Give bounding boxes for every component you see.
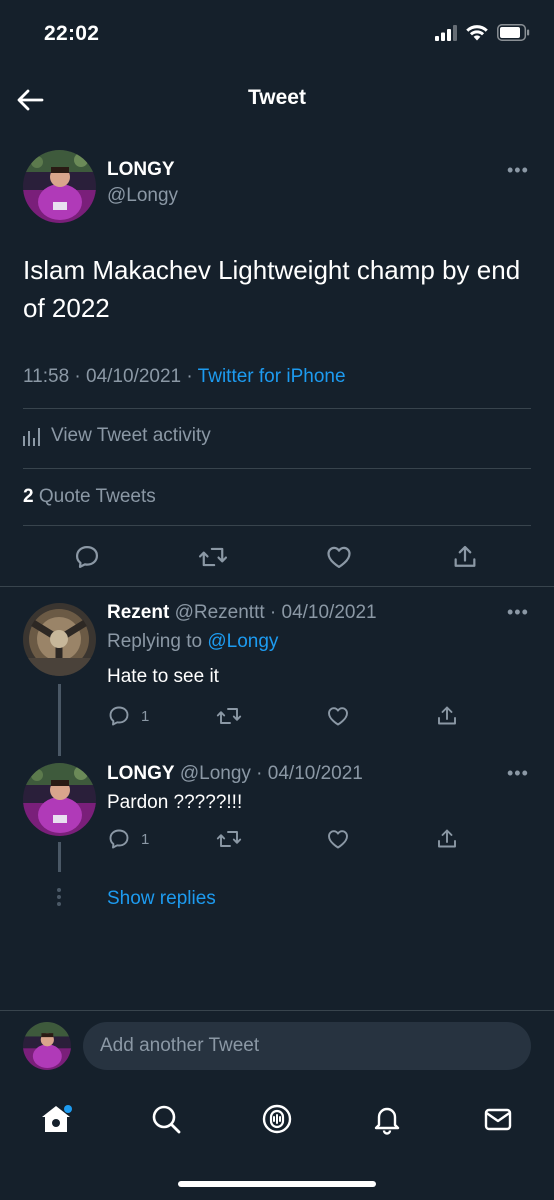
- tweet-timestamp: 11:58 · 04/10/2021 ·: [23, 366, 193, 387]
- author-avatar[interactable]: [23, 150, 96, 223]
- reply-header: Rezent @Rezenttt · 04/10/2021: [107, 602, 377, 624]
- thread-line: [58, 684, 61, 756]
- reply-button[interactable]: 1: [107, 704, 149, 728]
- share-icon: [454, 545, 476, 567]
- share-button[interactable]: [435, 827, 459, 851]
- quote-label: Quote Tweets: [38, 486, 156, 507]
- reply-avatar[interactable]: [23, 603, 96, 676]
- author-name[interactable]: LONGY: [107, 159, 175, 181]
- author-handle[interactable]: @Longy: [107, 185, 178, 207]
- reply-avatar[interactable]: [23, 763, 96, 836]
- quote-tweets-link[interactable]: 2 Quote Tweets: [23, 486, 156, 508]
- tweet-text: Islam Makachev Lightweight champ by end …: [23, 255, 521, 323]
- retweet-icon: [216, 831, 242, 847]
- retweet-button[interactable]: [198, 543, 228, 571]
- tweet-meta: 11:58 · 04/10/2021 · Twitter for iPhone: [23, 366, 346, 388]
- divider: [0, 1010, 554, 1011]
- like-button[interactable]: [326, 827, 350, 851]
- like-button[interactable]: [325, 543, 353, 571]
- share-icon: [438, 829, 456, 848]
- reply-meta: @Longy · 04/10/2021: [179, 763, 363, 784]
- tab-spaces[interactable]: [257, 1099, 297, 1139]
- reply-count: 1: [141, 707, 150, 725]
- thread-dots: [57, 888, 62, 906]
- notifications-icon: [374, 1107, 400, 1135]
- status-icons: [435, 24, 530, 41]
- reply-count: 1: [141, 830, 150, 848]
- page-title: Tweet: [248, 86, 306, 109]
- retweet-icon: [216, 708, 242, 724]
- activity-label: View Tweet activity: [51, 425, 211, 446]
- retweet-icon: [198, 547, 228, 567]
- messages-icon: [484, 1108, 512, 1131]
- wifi-icon: [466, 25, 488, 41]
- divider: [0, 586, 554, 587]
- status-time: 22:02: [44, 22, 100, 45]
- main-action-row: [0, 538, 554, 578]
- retweet-button[interactable]: [216, 827, 242, 851]
- cellular-signal-icon: [435, 24, 457, 41]
- heart-icon: [328, 707, 348, 726]
- battery-icon: [497, 24, 530, 41]
- add-tweet-input[interactable]: Add another Tweet: [83, 1022, 531, 1070]
- reply-author-name[interactable]: Rezent: [107, 602, 169, 623]
- retweet-button[interactable]: [216, 704, 242, 728]
- reply-icon: [109, 829, 129, 849]
- composer-avatar: [23, 1022, 71, 1070]
- analytics-icon: [23, 428, 40, 446]
- tab-messages[interactable]: [478, 1099, 518, 1139]
- share-icon: [438, 706, 456, 725]
- tweet-source-link[interactable]: Twitter for iPhone: [198, 366, 346, 387]
- divider: [23, 525, 531, 526]
- divider: [23, 468, 531, 469]
- reply-author-name[interactable]: LONGY: [107, 763, 175, 784]
- share-button[interactable]: [451, 543, 479, 571]
- spaces-icon: [262, 1104, 292, 1134]
- home-indicator[interactable]: [178, 1181, 376, 1187]
- divider: [23, 408, 531, 409]
- reply-text: Hate to see it: [107, 666, 219, 687]
- search-icon: [152, 1105, 181, 1134]
- nav-header: Tweet: [0, 72, 554, 126]
- share-button[interactable]: [435, 704, 459, 728]
- thread-line: [58, 842, 61, 872]
- tab-notifications[interactable]: [367, 1099, 407, 1139]
- more-options-button[interactable]: •••: [507, 160, 529, 181]
- reply-button[interactable]: 1: [107, 827, 149, 851]
- reply-icon: [109, 706, 129, 726]
- replying-to: Replying to @Longy: [107, 631, 278, 653]
- reply-meta: @Rezenttt · 04/10/2021: [174, 602, 377, 623]
- replying-handle-link[interactable]: @Longy: [207, 631, 278, 652]
- like-button[interactable]: [326, 704, 350, 728]
- tab-search[interactable]: [146, 1099, 186, 1139]
- reply-icon: [75, 545, 99, 569]
- reply-header: LONGY @Longy · 04/10/2021: [107, 763, 363, 785]
- heart-icon: [328, 830, 348, 849]
- heart-icon: [327, 546, 351, 569]
- more-options-button[interactable]: •••: [507, 602, 529, 623]
- home-icon: [42, 1105, 72, 1132]
- reply-button[interactable]: [73, 543, 101, 571]
- tab-home[interactable]: [36, 1099, 76, 1139]
- replying-prefix: Replying to: [107, 631, 203, 652]
- reply-composer: Add another Tweet: [0, 1010, 554, 1085]
- more-options-button[interactable]: •••: [507, 763, 529, 784]
- quote-count: 2: [23, 486, 34, 507]
- show-replies-link[interactable]: Show replies: [107, 888, 216, 910]
- status-bar: 22:02: [0, 0, 554, 70]
- view-activity-button[interactable]: View Tweet activity: [23, 425, 211, 447]
- reply-text: Pardon ?????!!!: [107, 792, 243, 813]
